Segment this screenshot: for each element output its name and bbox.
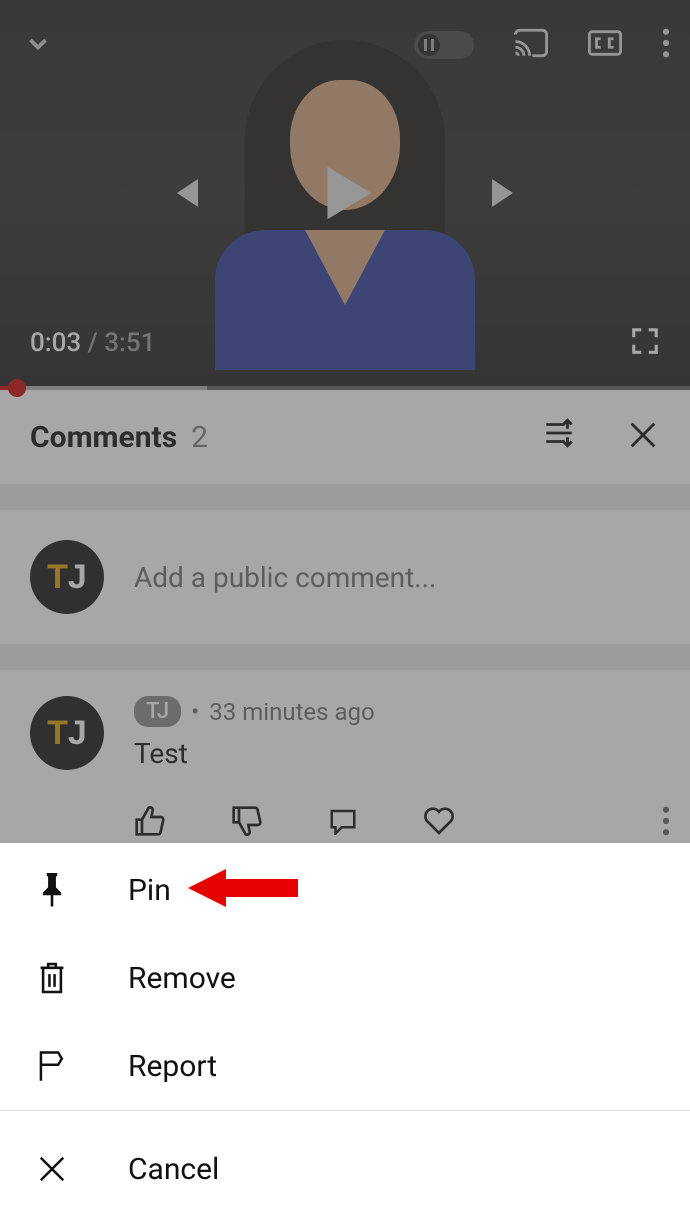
fullscreen-button[interactable] xyxy=(630,326,660,360)
more-vert-icon[interactable] xyxy=(662,28,670,62)
video-player[interactable]: 0:03 / 3:51 xyxy=(0,0,690,390)
sheet-cancel[interactable]: Cancel xyxy=(0,1111,690,1227)
sheet-remove-label: Remove xyxy=(128,961,236,996)
sheet-report[interactable]: Report xyxy=(0,1022,690,1110)
pin-icon xyxy=(36,873,68,907)
time-display: 0:03 / 3:51 xyxy=(30,328,155,358)
captions-icon[interactable] xyxy=(588,29,622,61)
progress-thumb[interactable] xyxy=(8,379,26,397)
sheet-remove[interactable]: Remove xyxy=(0,934,690,1022)
trash-icon xyxy=(36,961,68,995)
sheet-report-label: Report xyxy=(128,1049,217,1084)
thumbs-up-icon[interactable] xyxy=(134,806,166,840)
divider xyxy=(0,644,690,670)
duration: 3:51 xyxy=(104,328,155,358)
sheet-pin-label: Pin xyxy=(128,873,171,908)
comments-count: 2 xyxy=(191,420,208,455)
comments-section: Comments 2 TJ Add a public comment... TJ… xyxy=(0,390,690,860)
reply-icon[interactable] xyxy=(328,807,358,839)
close-icon xyxy=(36,1154,68,1184)
avatar: TJ xyxy=(30,540,104,614)
author-badge[interactable]: TJ xyxy=(134,696,181,727)
add-comment-input[interactable]: Add a public comment... xyxy=(134,561,660,594)
sheet-pin[interactable]: Pin xyxy=(0,846,690,934)
pause-icon xyxy=(418,34,440,56)
play-button[interactable] xyxy=(310,158,380,232)
comment-item: TJ TJ • 33 minutes ago Test xyxy=(0,670,690,780)
comments-title: Comments xyxy=(30,420,177,455)
avatar[interactable]: TJ xyxy=(30,696,104,770)
thumbs-down-icon[interactable] xyxy=(231,806,263,840)
add-comment-row[interactable]: TJ Add a public comment... xyxy=(0,510,690,644)
previous-button[interactable] xyxy=(163,172,205,218)
cast-icon[interactable] xyxy=(514,28,548,62)
progress-buffer xyxy=(0,386,207,390)
comment-more-button[interactable] xyxy=(662,806,670,840)
collapse-player-button[interactable] xyxy=(20,25,56,65)
comment-text: Test xyxy=(134,737,660,770)
heart-icon[interactable] xyxy=(423,806,455,840)
progress-bar[interactable] xyxy=(0,386,690,390)
next-button[interactable] xyxy=(485,172,527,218)
bottom-sheet: Pin Remove Report Cancel xyxy=(0,846,690,1227)
current-time: 0:03 xyxy=(30,328,81,358)
divider xyxy=(0,484,690,510)
sort-icon[interactable] xyxy=(542,418,576,456)
autoplay-toggle[interactable] xyxy=(414,31,474,59)
close-comments-button[interactable] xyxy=(626,418,660,456)
flag-icon xyxy=(36,1050,68,1082)
comment-timestamp: 33 minutes ago xyxy=(209,698,374,726)
comments-header: Comments 2 xyxy=(0,390,690,484)
comment-separator: • xyxy=(191,698,199,726)
sheet-cancel-label: Cancel xyxy=(128,1152,219,1187)
